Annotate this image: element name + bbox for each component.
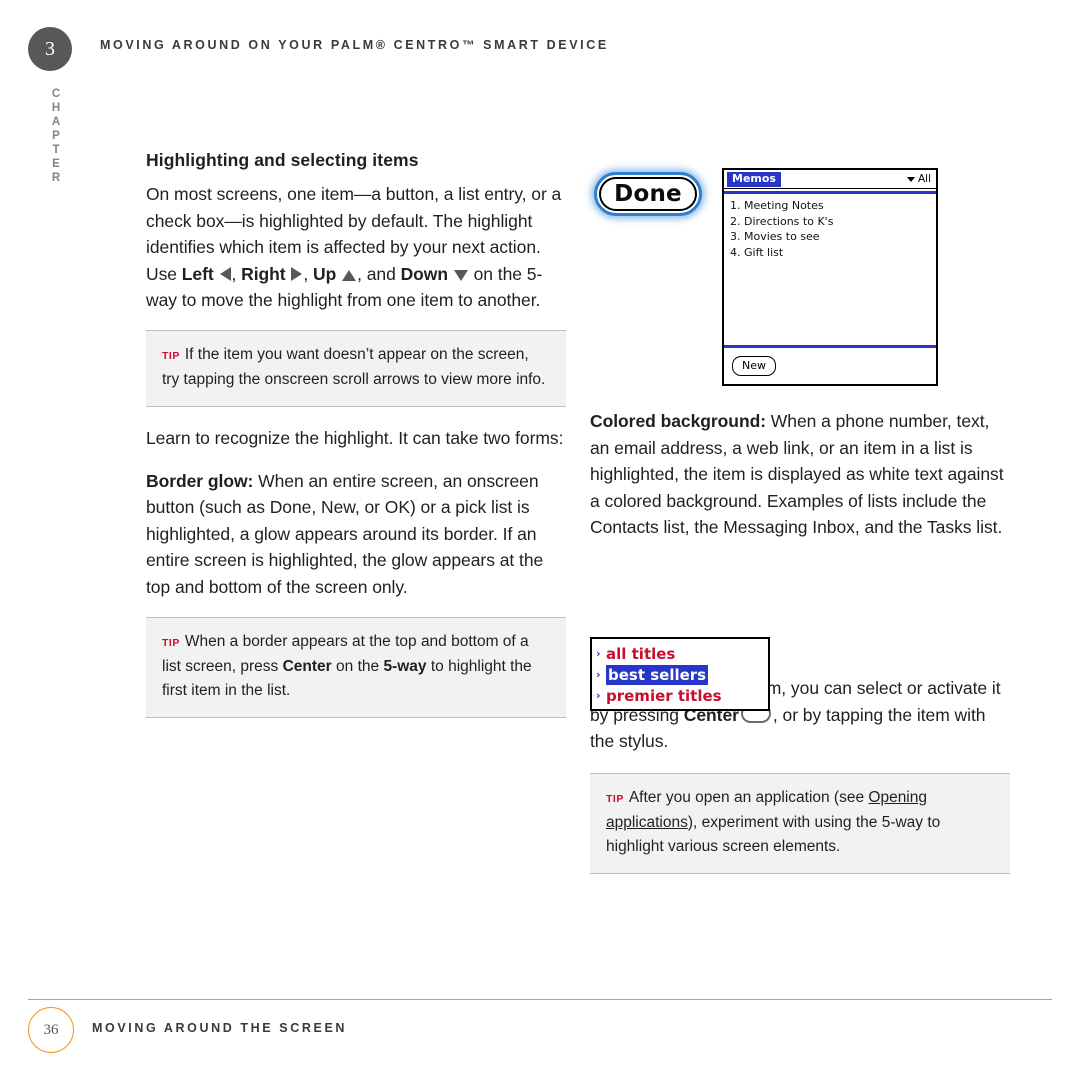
- list-item-label: best sellers: [606, 664, 709, 685]
- footer-section-title: MOVING AROUND THE SCREEN: [92, 1021, 348, 1035]
- key-down-label: Down: [400, 263, 448, 284]
- memos-bottom-divider: [724, 345, 936, 348]
- chevron-down-icon: [906, 176, 915, 182]
- list-item-label: all titles: [606, 644, 676, 663]
- left-column: Highlighting and selecting items On most…: [146, 150, 566, 736]
- tip-box-open-application: TIP After you open an application (see Op…: [590, 772, 1010, 874]
- key-left-label: Left: [181, 263, 214, 284]
- arrow-right-icon: [291, 266, 303, 281]
- chapter-vertical-label: CHAPTER: [50, 88, 62, 186]
- tip-box-scroll-arrows: TIP If the item you want doesn’t appear o…: [146, 329, 566, 407]
- paragraph-colored-background: Colored background: When a phone number,…: [590, 408, 1010, 541]
- bullet-icon: ›: [596, 667, 601, 681]
- tip-box-border-center: TIP When a border appears at the top and …: [146, 616, 566, 718]
- key-up-label: Up: [313, 263, 337, 284]
- done-button-glow-illustration: Done: [594, 172, 702, 216]
- memos-category-label: All: [917, 173, 931, 185]
- tip-label: TIP: [606, 792, 624, 805]
- paragraph-highlighting: On most screens, one item—a button, a li…: [146, 184, 562, 311]
- border-glow-term: Border glow:: [146, 470, 254, 491]
- list-item: 4. Gift list: [730, 245, 784, 259]
- colored-background-term: Colored background:: [590, 411, 766, 431]
- arrow-up-icon: [342, 269, 357, 281]
- tip-body-part-1: After you open an application (see: [628, 788, 869, 806]
- footer-divider: [28, 999, 1052, 1000]
- arrow-down-icon: [453, 269, 468, 281]
- list-item: 3. Movies to see: [730, 230, 820, 243]
- memos-new-button: New: [732, 356, 776, 376]
- list-item: › premier titles: [596, 685, 766, 706]
- memos-category-picker: All: [906, 173, 933, 185]
- center-key-label: Center: [282, 657, 332, 675]
- tip-text: TIP After you open an application (see Op…: [606, 786, 994, 859]
- list-item: 2. Directions to K's: [730, 214, 834, 228]
- list-item: 1. Meeting Notes: [730, 199, 824, 212]
- page-number: 36: [43, 1021, 59, 1038]
- bullet-icon: ›: [596, 646, 601, 660]
- memos-screen-illustration: Memos All 1. Meeting Notes 2. Directions…: [722, 168, 938, 386]
- list-item: › all titles: [596, 643, 766, 664]
- paragraph-text-and: , and: [357, 263, 401, 284]
- chapter-number-badge: 3: [28, 27, 72, 71]
- arrow-left-icon: [219, 266, 231, 281]
- page-number-badge: 36: [28, 1007, 74, 1053]
- tip-label: TIP: [162, 349, 180, 362]
- done-button-label: Done: [614, 181, 682, 207]
- paragraph-two-forms: Learn to recognize the highlight. It can…: [146, 427, 564, 448]
- tip-label: TIP: [162, 636, 180, 649]
- paragraph-border-glow: Border glow: When an entire screen, an o…: [146, 468, 566, 601]
- page-header-title: MOVING AROUND ON YOUR PALM® CENTRO™ SMAR…: [100, 38, 609, 52]
- tip-text: TIP If the item you want doesn’t appear o…: [162, 343, 550, 392]
- tip-body: If the item you want doesn’t appear on t…: [162, 345, 546, 388]
- memos-title-bar: Memos All: [724, 170, 936, 189]
- section-heading: Highlighting and selecting items: [146, 150, 419, 170]
- memos-app-title: Memos: [727, 171, 781, 187]
- memos-list: 1. Meeting Notes 2. Directions to K's 3.…: [724, 194, 936, 260]
- list-item-selected: › best sellers: [596, 664, 766, 685]
- done-button-inner-border: Done: [599, 177, 697, 211]
- titles-list-illustration: › all titles › best sellers › premier ti…: [590, 637, 770, 711]
- chapter-number: 3: [45, 37, 55, 60]
- fiveway-label: 5-way: [383, 657, 427, 675]
- bullet-icon: ›: [596, 688, 601, 702]
- tip-body-part-2: on the: [331, 657, 384, 675]
- tip-text: TIP When a border appears at the top and …: [162, 630, 550, 703]
- key-right-label: Right: [241, 263, 286, 284]
- list-item-label: premier titles: [606, 686, 722, 705]
